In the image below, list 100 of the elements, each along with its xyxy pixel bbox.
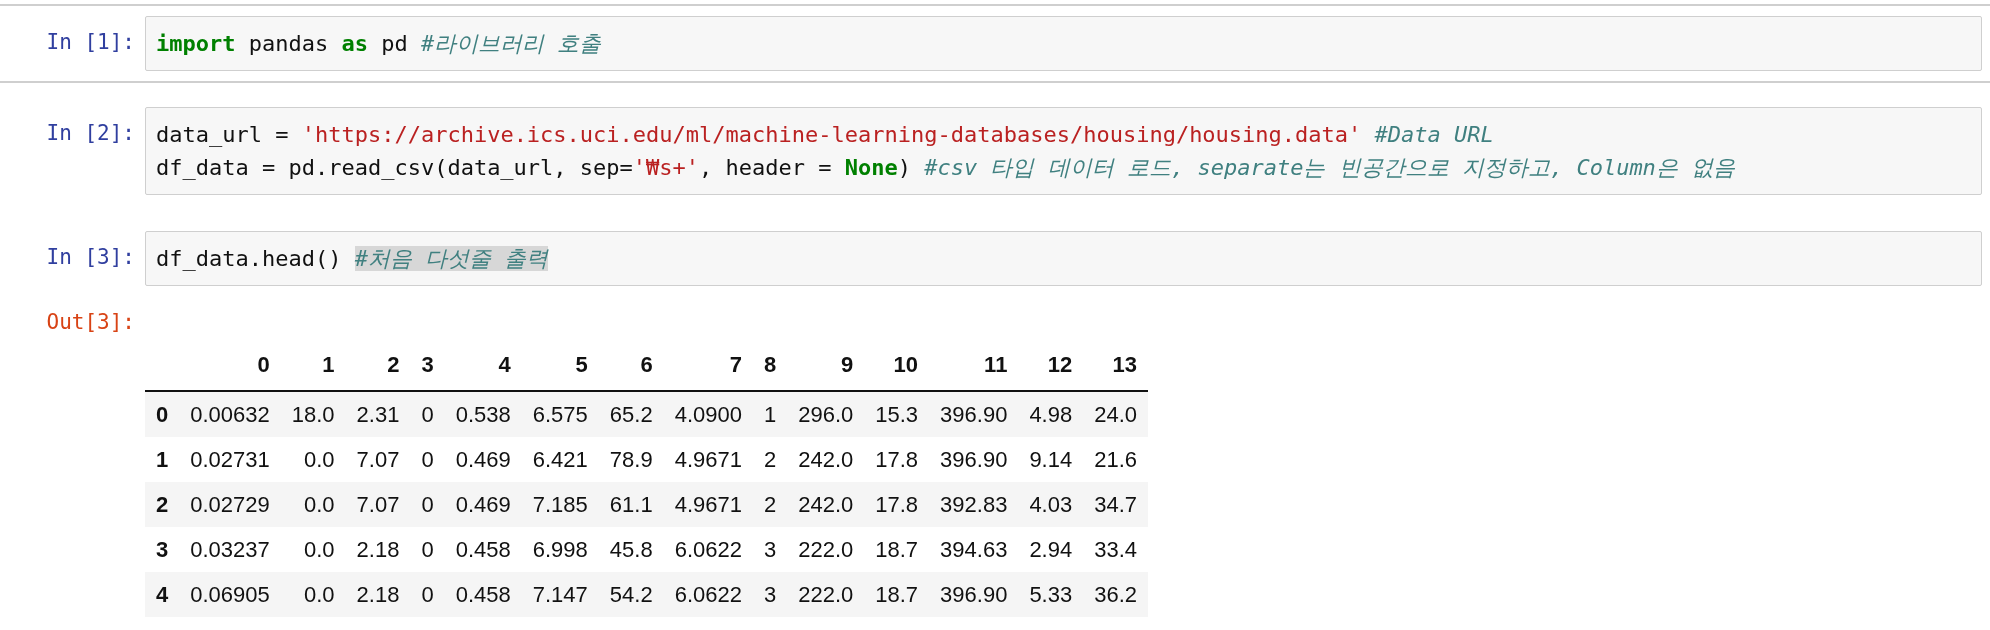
- table-cell: 0.469: [444, 437, 522, 482]
- row-index: 2: [145, 482, 180, 527]
- code-text: pandas: [247, 31, 330, 56]
- code-text: , header =: [699, 155, 833, 180]
- table-cell: 4.9671: [663, 482, 753, 527]
- row-index: 3: [145, 527, 180, 572]
- table-cell: 0.0: [280, 572, 346, 617]
- table-cell: 2: [752, 482, 788, 527]
- code-input-area[interactable]: import pandas as pd #라이브러리 호출: [145, 16, 1982, 71]
- table-cell: 0.538: [444, 391, 522, 437]
- table-cell: 18.7: [864, 527, 930, 572]
- table-cell: 0.06905: [179, 572, 281, 617]
- table-cell: 222.0: [787, 572, 865, 617]
- table-cell: 6.421: [521, 437, 599, 482]
- table-cell: 7.07: [345, 437, 411, 482]
- input-prompt: In [3]:: [45, 244, 136, 269]
- table-cell: 4.9671: [663, 437, 753, 482]
- code-keyword: import: [156, 31, 236, 56]
- code-comment: #라이브러리 호출: [420, 31, 602, 56]
- output-prompt: Out[3]:: [45, 310, 136, 334]
- table-cell: 0.458: [444, 527, 522, 572]
- code-comment: #csv 타입 데이터 로드, separate는 빈공간으로 지정하고, Column은 없음: [924, 155, 1736, 180]
- table-cell: 6.0622: [663, 527, 753, 572]
- table-cell: 3: [752, 572, 788, 617]
- table-cell: 0.458: [444, 572, 522, 617]
- table-cell: 0.00632: [179, 391, 281, 437]
- table-cell: 9.14: [1018, 437, 1084, 482]
- highlighted-comment: #처음 다섯줄 출력: [354, 246, 549, 271]
- table-cell: 33.4: [1083, 527, 1149, 572]
- table-cell: 4.03: [1018, 482, 1084, 527]
- table-cell: 2: [752, 437, 788, 482]
- table-cell: 36.2: [1083, 572, 1149, 617]
- row-index: 0: [145, 391, 180, 437]
- code-keyword: None: [844, 155, 898, 180]
- table-cell: 61.1: [598, 482, 664, 527]
- table-cell: 54.2: [598, 572, 664, 617]
- code-comment: #Data URL: [1373, 122, 1494, 147]
- table-cell: 3: [752, 527, 788, 572]
- input-prompt: In [2]:: [45, 120, 136, 145]
- code-text: pd: [380, 31, 409, 56]
- row-index: 4: [145, 572, 180, 617]
- table-cell: 18.7: [864, 572, 930, 617]
- table-cell: 0: [410, 391, 445, 437]
- table-cell: 45.8: [598, 527, 664, 572]
- table-cell: 15.3: [864, 391, 930, 437]
- table-cell: 17.8: [864, 437, 930, 482]
- table-cell: 392.83: [929, 482, 1019, 527]
- table-cell: 7.147: [521, 572, 599, 617]
- table-cell: 6.998: [521, 527, 599, 572]
- table-cell: 396.90: [929, 391, 1019, 437]
- code-text: df_data = pd.read_csv(data_url, sep=: [156, 155, 633, 180]
- table-cell: 5.33: [1018, 572, 1084, 617]
- table-cell: 2.18: [345, 527, 411, 572]
- table-cell: 7.07: [345, 482, 411, 527]
- table-cell: 4.0900: [663, 391, 753, 437]
- code-text: ): [897, 155, 912, 180]
- table-cell: 7.185: [521, 482, 599, 527]
- code-input-area[interactable]: [145, 107, 1982, 195]
- table-cell: 0.469: [444, 482, 522, 527]
- input-prompt: In [1]:: [45, 29, 136, 54]
- row-index: 1: [145, 437, 180, 482]
- table-cell: 24.0: [1083, 391, 1149, 437]
- table-cell: 396.90: [929, 572, 1019, 617]
- table-cell: 242.0: [787, 482, 865, 527]
- table-cell: 242.0: [787, 437, 865, 482]
- code-text: data_url =: [156, 122, 290, 147]
- table-cell: 6.575: [521, 391, 599, 437]
- code-text: df_data.head(): [156, 246, 343, 271]
- table-cell: 0.0: [280, 437, 346, 482]
- table-cell: 0.03237: [179, 527, 281, 572]
- table-cell: 18.0: [280, 391, 346, 437]
- table-cell: 1: [752, 391, 788, 437]
- notebook-cell[interactable]: In [3]: df_data.head() #처음 다섯줄 출력: [0, 219, 1990, 310]
- code-keyword: as: [341, 31, 368, 56]
- table-cell: 34.7: [1083, 482, 1149, 527]
- table-cell: 0.02729: [179, 482, 281, 527]
- code-string: '₩s+': [632, 155, 700, 180]
- notebook-cell[interactable]: In [1]: import pandas as pd #라이브러리 호출: [0, 4, 1990, 83]
- table-cell: 6.0622: [663, 572, 753, 617]
- table-cell: 0: [410, 572, 445, 617]
- table-cell: 394.63: [929, 527, 1019, 572]
- table-cell: 222.0: [787, 527, 865, 572]
- table-cell: 396.90: [929, 437, 1019, 482]
- table-cell: 0.0: [280, 527, 346, 572]
- table-cell: 65.2: [598, 391, 664, 437]
- table-cell: 0: [410, 527, 445, 572]
- table-cell: 21.6: [1083, 437, 1149, 482]
- table-cell: 2.94: [1018, 527, 1084, 572]
- table-cell: 0.02731: [179, 437, 281, 482]
- table-cell: 78.9: [598, 437, 664, 482]
- table-cell: 0: [410, 437, 445, 482]
- code-input-area[interactable]: df_data.head() #처음 다섯줄 출력: [145, 231, 1982, 286]
- table-cell: 0: [410, 482, 445, 527]
- table-cell: 296.0: [787, 391, 865, 437]
- table-cell: 0.0: [280, 482, 346, 527]
- table-cell: 2.31: [345, 391, 411, 437]
- table-cell: 4.98: [1018, 391, 1084, 437]
- table-cell: 2.18: [345, 572, 411, 617]
- table-cell: 17.8: [864, 482, 930, 527]
- code-string: 'https://archive.ics.uci.edu/ml/machine-learning-databases/housing/housing.data': [301, 122, 1362, 147]
